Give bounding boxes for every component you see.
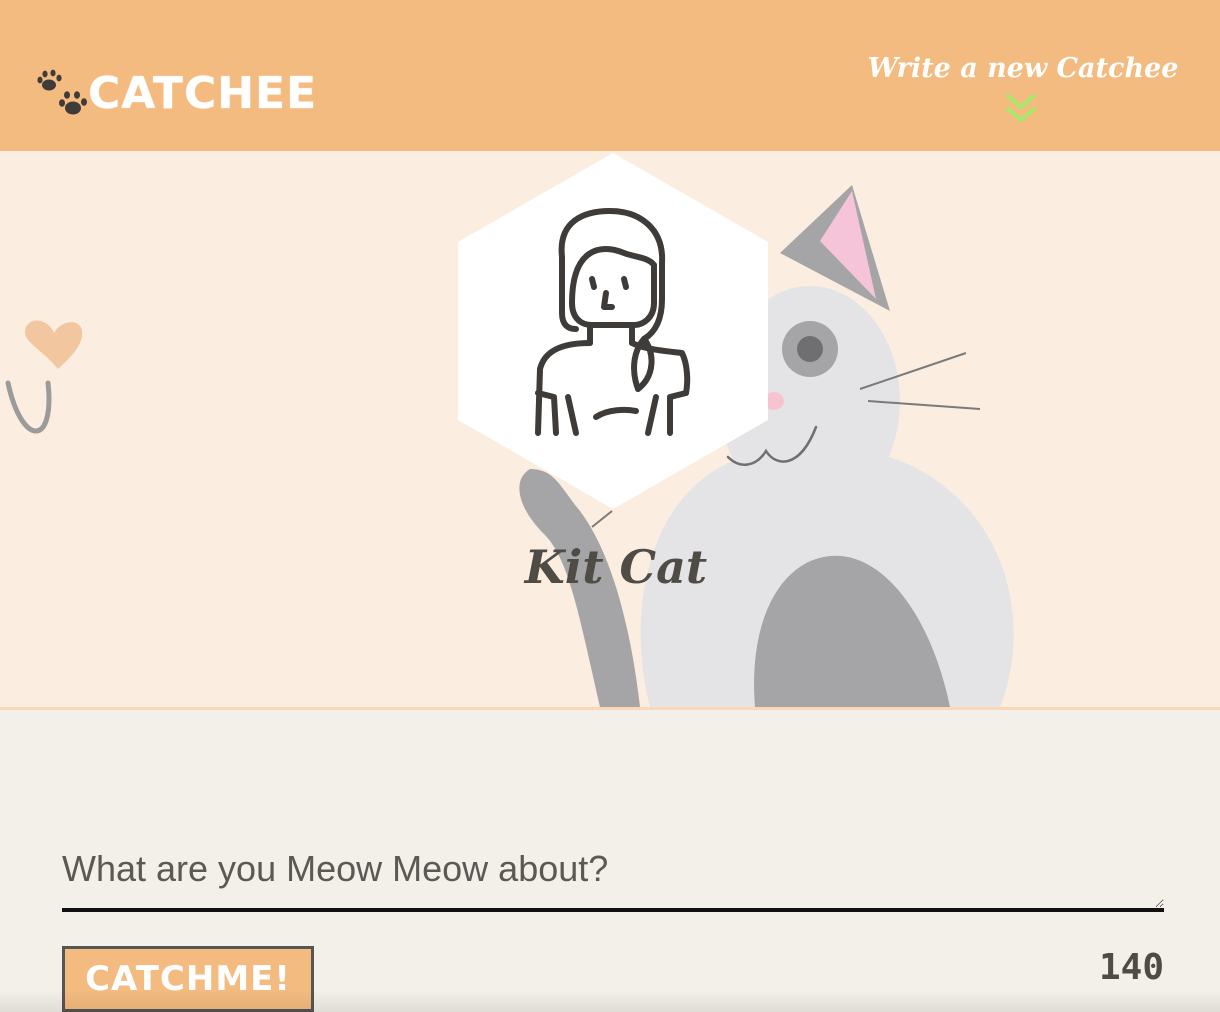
write-new-catchee-label: Write a new Catchee (867, 53, 1179, 84)
compose-area: CATCHME! 140 (0, 710, 1220, 1012)
profile-header: Kit Cat (0, 151, 1220, 710)
profile-name: Kit Cat (524, 540, 708, 594)
paw-prints-icon (37, 69, 87, 115)
character-counter: 140 (1098, 947, 1164, 988)
write-new-catchee-link[interactable]: Write a new Catchee (858, 52, 1188, 126)
app-title: CATCHEE (88, 68, 318, 119)
avatar[interactable] (458, 153, 768, 509)
double-chevron-down-icon (1006, 94, 1036, 122)
catchme-submit-button[interactable]: CATCHME! (62, 946, 314, 1012)
top-nav: CATCHEE Write a new Catchee (0, 0, 1220, 151)
logo[interactable]: CATCHEE (36, 68, 317, 120)
catchee-input[interactable] (62, 848, 1164, 912)
